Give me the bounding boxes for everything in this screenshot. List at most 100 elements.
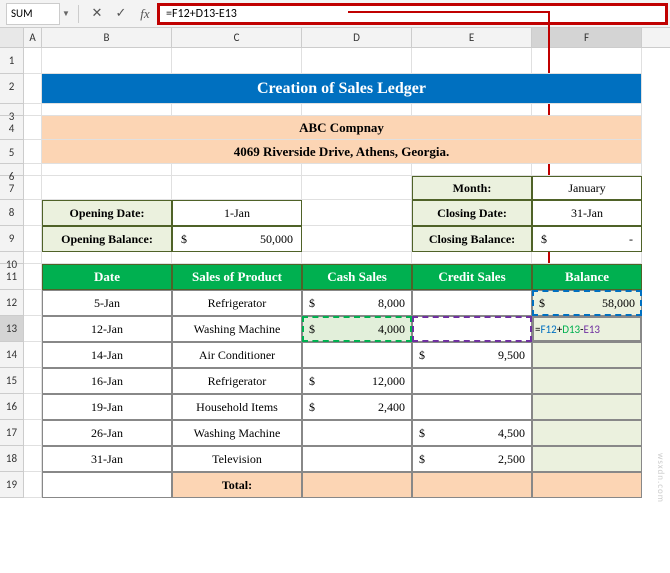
col-header-B[interactable]: B <box>42 28 172 47</box>
sheet-area: 1 2 3 4 5 6 7 8 9 10 11 12 13 14 15 16 1… <box>0 48 670 498</box>
row-header[interactable]: 8 <box>0 200 23 226</box>
cell-cash[interactable] <box>302 446 412 472</box>
closing-date-value[interactable]: 31-Jan <box>532 200 642 226</box>
row-header[interactable]: 1 <box>0 48 23 74</box>
watermark: wsxdn.com <box>655 453 666 503</box>
formula-input[interactable]: =F12+D13-E13 <box>157 3 668 25</box>
cell-credit[interactable] <box>412 368 532 394</box>
cell-date[interactable]: 14-Jan <box>42 342 172 368</box>
cell-empty[interactable] <box>42 472 172 498</box>
cell-date[interactable]: 12-Jan <box>42 316 172 342</box>
row-header[interactable]: 17 <box>0 420 23 446</box>
cell-date[interactable]: 26-Jan <box>42 420 172 446</box>
row-header[interactable]: 5 <box>0 140 23 164</box>
cell-credit[interactable] <box>412 394 532 420</box>
cell-cash[interactable]: $12,000 <box>302 368 412 394</box>
cell-cash[interactable]: $4,000 <box>302 316 412 342</box>
row-header[interactable]: 15 <box>0 368 23 394</box>
total-credit[interactable] <box>412 472 532 498</box>
cell-date[interactable]: 31-Jan <box>42 446 172 472</box>
col-header-C[interactable]: C <box>172 28 302 47</box>
value: 50,000 <box>260 232 293 247</box>
cell-cash[interactable] <box>302 420 412 446</box>
col-header-A[interactable]: A <box>24 28 42 47</box>
cell-date[interactable]: 19-Jan <box>42 394 172 420</box>
company-name: ABC Compnay <box>42 116 642 140</box>
cell-credit[interactable] <box>412 290 532 316</box>
cell-product[interactable]: Refrigerator <box>172 290 302 316</box>
month-value[interactable]: January <box>532 176 642 200</box>
total-label: Total: <box>172 472 302 498</box>
row-header[interactable]: 9 <box>0 226 23 252</box>
cell-product[interactable]: Washing Machine <box>172 316 302 342</box>
cell-balance[interactable] <box>532 368 642 394</box>
row-header[interactable]: 12 <box>0 290 23 316</box>
column-headers: A B C D E F <box>0 28 670 48</box>
cell-product[interactable]: Household Items <box>172 394 302 420</box>
cell-date[interactable]: 5-Jan <box>42 290 172 316</box>
name-box[interactable]: SUM <box>6 3 60 25</box>
opening-balance-value[interactable]: $50,000 <box>172 226 302 252</box>
row-header[interactable]: 18 <box>0 446 23 472</box>
col-header-D[interactable]: D <box>302 28 412 47</box>
row-header[interactable]: 6 <box>0 164 23 176</box>
page-title: Creation of Sales Ledger <box>42 74 642 104</box>
cell-balance[interactable]: $58,000 <box>532 290 642 316</box>
cell-product[interactable]: Television <box>172 446 302 472</box>
enter-icon[interactable]: ✓ <box>109 6 133 21</box>
fx-icon[interactable]: fx <box>133 6 157 22</box>
cell-cash[interactable]: $8,000 <box>302 290 412 316</box>
cell-product[interactable]: Air Conditioner <box>172 342 302 368</box>
cell-product[interactable]: Refrigerator <box>172 368 302 394</box>
row-header[interactable]: 11 <box>0 264 23 290</box>
currency-symbol: $ <box>419 426 425 441</box>
cell-balance[interactable] <box>532 394 642 420</box>
cell-credit[interactable]: $2,500 <box>412 446 532 472</box>
opening-balance-label: Opening Balance: <box>42 226 172 252</box>
cell-credit[interactable]: $9,500 <box>412 342 532 368</box>
currency-symbol: $ <box>309 374 315 389</box>
cell-cash[interactable]: $2,400 <box>302 394 412 420</box>
cell-credit[interactable]: $4,500 <box>412 420 532 446</box>
currency-symbol: $ <box>419 348 425 363</box>
value: - <box>629 232 633 247</box>
closing-balance-value[interactable]: $- <box>532 226 642 252</box>
value: 4,000 <box>378 322 405 337</box>
closing-balance-label: Closing Balance: <box>412 226 532 252</box>
value: 2,400 <box>378 400 405 415</box>
total-balance[interactable] <box>532 472 642 498</box>
row-header[interactable]: 16 <box>0 394 23 420</box>
row-header[interactable]: 2 <box>0 74 23 104</box>
currency-symbol: $ <box>539 296 545 311</box>
row-header[interactable]: 3 <box>0 104 23 116</box>
cell-balance[interactable] <box>532 342 642 368</box>
row-header[interactable]: 13 <box>0 316 23 342</box>
cell-balance[interactable] <box>532 420 642 446</box>
row-header[interactable]: 4 <box>0 116 23 140</box>
cell-cash[interactable] <box>302 342 412 368</box>
row-header[interactable]: 10 <box>0 252 23 264</box>
cancel-icon[interactable]: ✕ <box>85 6 109 21</box>
col-header-F[interactable]: F <box>532 28 642 47</box>
opening-date-value[interactable]: 1-Jan <box>172 200 302 226</box>
total-cash[interactable] <box>302 472 412 498</box>
cell-balance[interactable] <box>532 446 642 472</box>
currency-symbol: $ <box>309 296 315 311</box>
col-balance: Balance <box>532 264 642 290</box>
col-header-E[interactable]: E <box>412 28 532 47</box>
cell-credit[interactable] <box>412 316 532 342</box>
company-address: 4069 Riverside Drive, Athens, Georgia. <box>42 140 642 164</box>
month-label: Month: <box>412 176 532 200</box>
select-all[interactable] <box>0 28 24 47</box>
value: 12,000 <box>372 374 405 389</box>
row-header[interactable]: 19 <box>0 472 23 498</box>
cell-product[interactable]: Washing Machine <box>172 420 302 446</box>
row-header[interactable]: 7 <box>0 176 23 200</box>
cell-balance-editing[interactable]: =F12+D13-E13 <box>532 316 642 342</box>
formula-bar: SUM ▼ ✕ ✓ fx =F12+D13-E13 <box>0 0 670 28</box>
grid[interactable]: Creation of Sales Ledger ABC Compnay 406… <box>24 48 670 498</box>
cell-date[interactable]: 16-Jan <box>42 368 172 394</box>
row-header[interactable]: 14 <box>0 342 23 368</box>
name-box-dropdown-icon[interactable]: ▼ <box>60 9 72 19</box>
value: 58,000 <box>602 296 635 311</box>
